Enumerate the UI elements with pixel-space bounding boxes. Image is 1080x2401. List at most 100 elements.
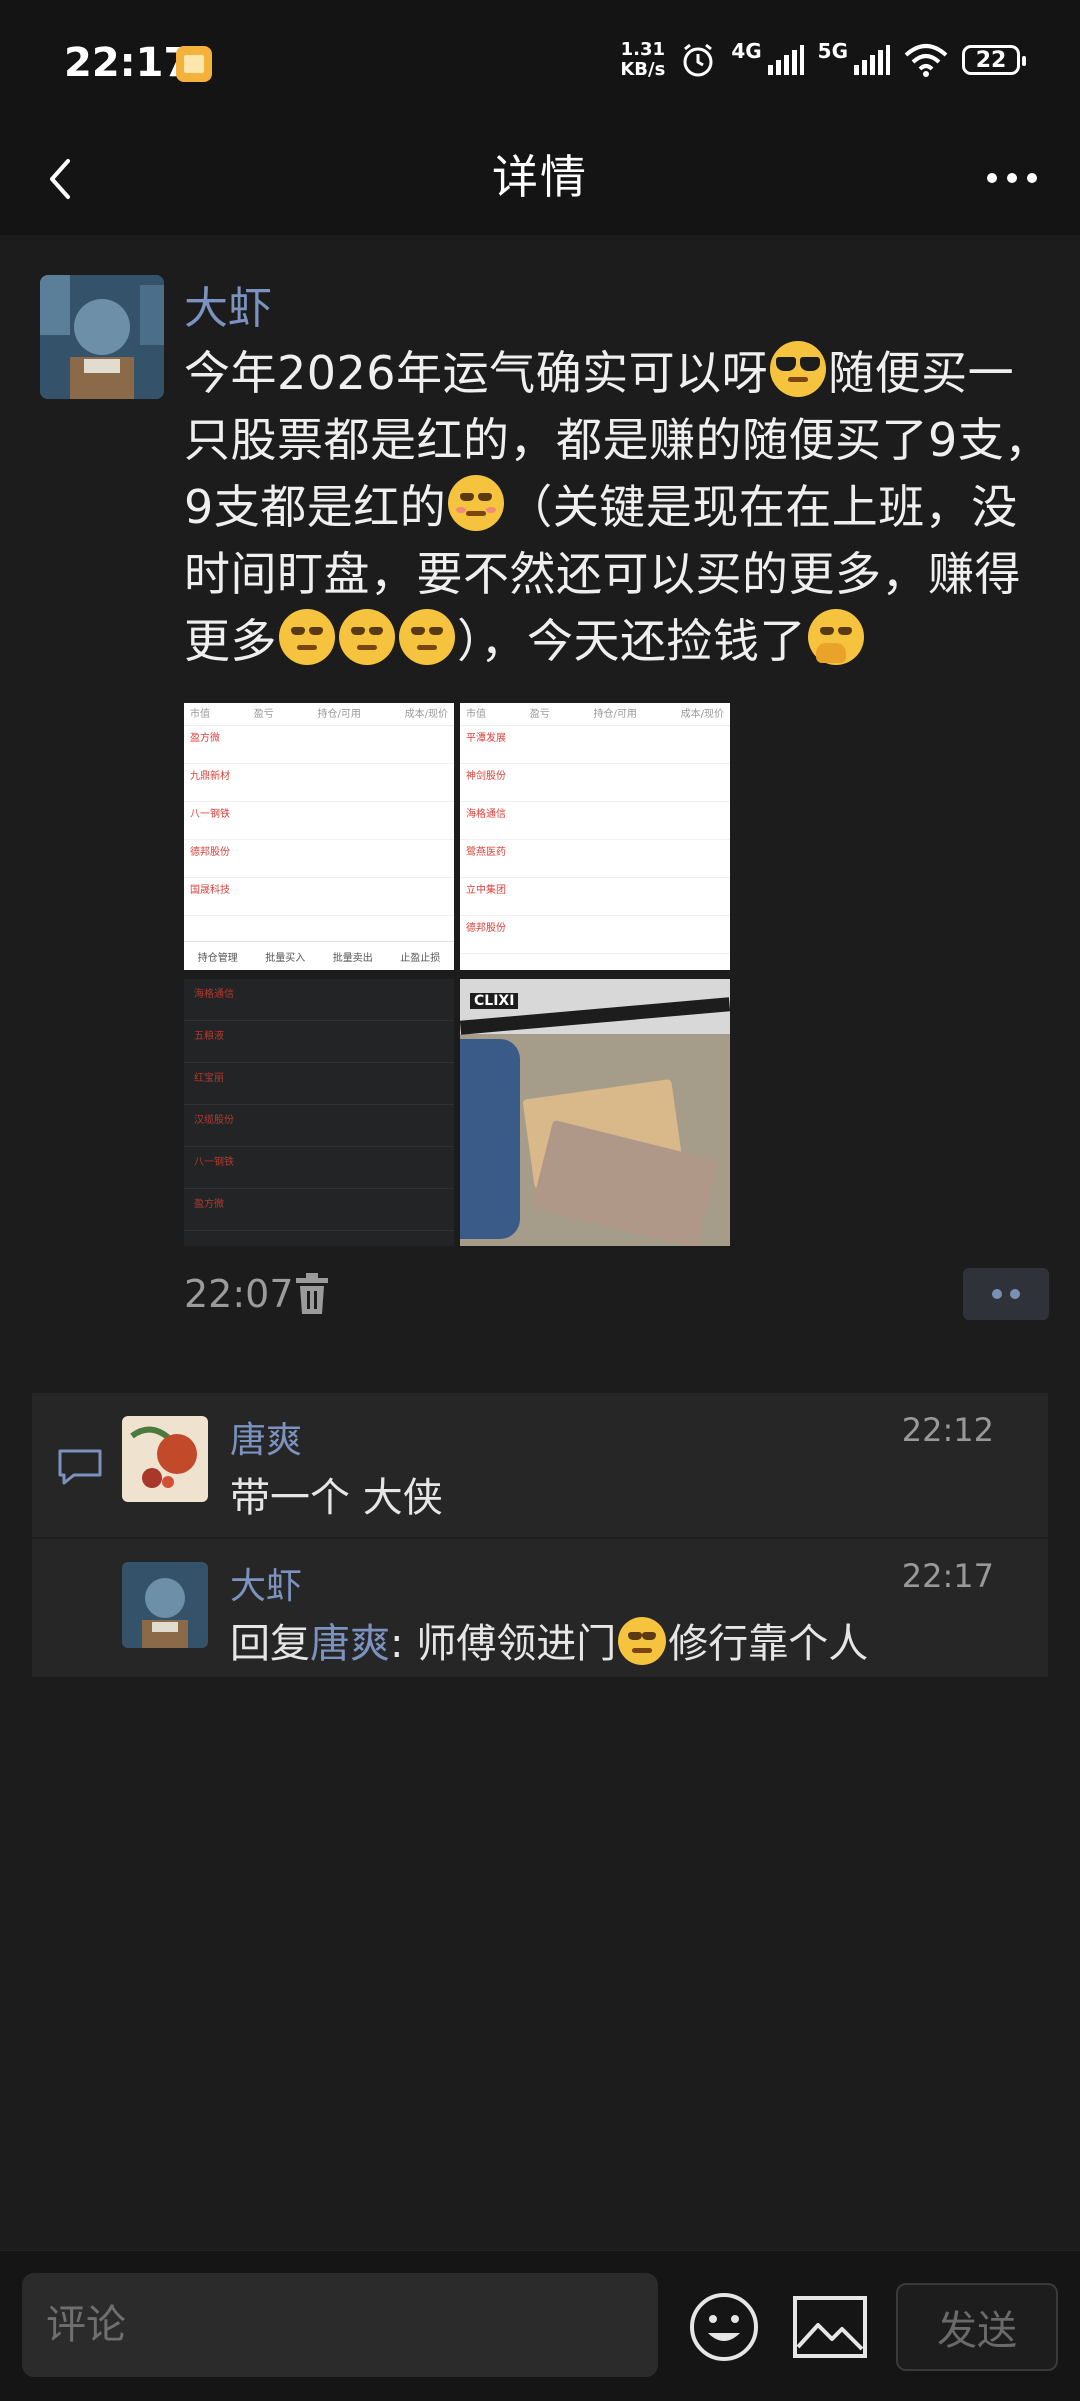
trade-name: 红宝丽 bbox=[194, 1073, 224, 1084]
signal-4g-label: 4G bbox=[731, 39, 762, 63]
more-options-button[interactable] bbox=[972, 143, 1052, 213]
stock-name: 盈方微 bbox=[190, 733, 220, 744]
status-time: 22:17 bbox=[64, 40, 192, 86]
stock-col: 成本/现价 bbox=[404, 709, 448, 720]
stock-name: 平潭发展 bbox=[466, 733, 506, 744]
comment-text: 回复唐爽: 师傅领进门 修行靠个人 bbox=[230, 1611, 868, 1669]
stock-name: 立中集团 bbox=[466, 885, 506, 896]
shy-emoji-icon bbox=[448, 475, 505, 531]
stock-row: 盈方微 bbox=[184, 726, 454, 764]
commenter-name[interactable]: 大虾 bbox=[230, 1557, 302, 1609]
more-dots-icon bbox=[1007, 173, 1017, 183]
post-photo-2[interactable]: 市值 盈亏 持仓/可用 成本/现价 平潭发展 神剑股份 海格通信 鹭燕医药 立中… bbox=[460, 703, 730, 970]
more-dots-icon bbox=[1027, 173, 1037, 183]
stock-row: 德邦股份 bbox=[460, 916, 730, 954]
post-timestamp: 22:07 bbox=[184, 1272, 294, 1316]
stock-footer-item: 批量买入 bbox=[265, 952, 306, 964]
stock-col: 盈亏 bbox=[253, 709, 274, 720]
comment-text-part: : 师傅领进门 bbox=[390, 1621, 617, 1667]
post-photo-grid: 市值 盈亏 持仓/可用 成本/现价 盈方微 九鼎新材 八一钢铁 德邦股份 国晟科… bbox=[184, 703, 730, 1246]
reply-target-name[interactable]: 唐爽 bbox=[310, 1621, 390, 1667]
author-avatar[interactable] bbox=[40, 275, 164, 399]
stock-footer-item: 持仓管理 bbox=[197, 952, 238, 964]
post-text: 今年2026年运气确实可以呀 随便买一只股票都是红的，都是赚的随便买了9支，9支都… bbox=[184, 340, 1054, 675]
post-text-part: 今年2026年运气确实可以呀 bbox=[184, 346, 769, 400]
comment-input[interactable] bbox=[22, 2273, 658, 2377]
trade-row: 五粮液 bbox=[184, 1021, 454, 1063]
action-dots-icon bbox=[992, 1289, 1002, 1299]
trade-name: 盈方微 bbox=[194, 1199, 224, 1210]
trade-row: 海格通信 bbox=[184, 979, 454, 1021]
trade-row: 八一钢铁 bbox=[184, 1147, 454, 1189]
stock-col: 盈亏 bbox=[529, 709, 550, 720]
stock-footer-item: 止盈止损 bbox=[400, 952, 441, 964]
stock-name: 德邦股份 bbox=[190, 847, 230, 858]
comments-section: 唐爽 22:12 带一个 大侠 大虾 22:17 回复唐爽: 师傅领进门 修行靠个… bbox=[32, 1393, 1048, 1677]
stock-footer-item: 批量卖出 bbox=[332, 952, 373, 964]
like-comment-action-button[interactable] bbox=[963, 1268, 1049, 1320]
stock-col: 市值 bbox=[466, 709, 486, 720]
avatar-image bbox=[122, 1416, 208, 1502]
signal-5g-label: 5G bbox=[817, 39, 848, 63]
stock-table-header: 市值 盈亏 持仓/可用 成本/现价 bbox=[460, 703, 730, 726]
comment-timestamp: 22:17 bbox=[901, 1557, 994, 1595]
smirk-emoji-icon bbox=[279, 609, 335, 665]
stock-col: 成本/现价 bbox=[680, 709, 724, 720]
more-dots-icon bbox=[987, 173, 997, 183]
stock-col: 持仓/可用 bbox=[593, 709, 637, 720]
thinking-emoji-icon bbox=[808, 609, 864, 665]
smirk-emoji-icon bbox=[399, 609, 455, 665]
comment-item[interactable]: 唐爽 22:12 带一个 大侠 bbox=[32, 1393, 1048, 1533]
stock-footer: 持仓管理 批量买入 批量卖出 止盈止损 bbox=[184, 941, 454, 970]
post-text-part: ），今天还捡钱了 bbox=[457, 614, 806, 668]
stock-name: 海格通信 bbox=[466, 809, 506, 820]
comment-text: 带一个 大侠 bbox=[230, 1475, 443, 1521]
status-indicators: 1.31 KB/s 4G 5G 22 bbox=[620, 39, 1026, 80]
comment-input-bar: 发送 bbox=[0, 2250, 1080, 2401]
action-dots-icon bbox=[1010, 1289, 1020, 1299]
commenter-name[interactable]: 唐爽 bbox=[230, 1411, 302, 1463]
smirk-emoji-icon bbox=[339, 609, 395, 665]
banknote-image bbox=[531, 1119, 719, 1246]
image-button[interactable] bbox=[792, 2295, 868, 2359]
status-bar: 22:17 1.31 KB/s 4G 5G 22 bbox=[0, 0, 1080, 125]
stock-row: 平潭发展 bbox=[460, 726, 730, 764]
delete-button[interactable] bbox=[292, 1272, 332, 1316]
smiley-icon bbox=[690, 2293, 758, 2361]
send-button[interactable]: 发送 bbox=[896, 2283, 1058, 2371]
commenter-avatar[interactable] bbox=[122, 1562, 208, 1648]
post-photo-1[interactable]: 市值 盈亏 持仓/可用 成本/现价 盈方微 九鼎新材 八一钢铁 德邦股份 国晟科… bbox=[184, 703, 454, 970]
trade-name: 汉缆股份 bbox=[194, 1115, 234, 1126]
signal-bars-icon bbox=[854, 45, 890, 75]
trade-row: 盈方微 bbox=[184, 1189, 454, 1231]
keyboard-image-area: CLIXI bbox=[460, 979, 730, 1034]
avatar-image bbox=[122, 1562, 208, 1648]
post-photo-4[interactable]: CLIXI bbox=[460, 979, 730, 1246]
stock-name: 九鼎新材 bbox=[190, 771, 230, 782]
smirk-emoji-icon bbox=[618, 1617, 667, 1665]
avatar-image bbox=[40, 275, 164, 399]
network-speed: 1.31 KB/s bbox=[620, 40, 665, 80]
phone-image-area bbox=[460, 1039, 520, 1239]
stock-name: 八一钢铁 bbox=[190, 809, 230, 820]
post-author-name[interactable]: 大虾 bbox=[184, 272, 272, 336]
stock-row: 九鼎新材 bbox=[184, 764, 454, 802]
comment-item[interactable]: 大虾 22:17 回复唐爽: 师傅领进门 修行靠个人 bbox=[32, 1537, 1048, 1679]
trade-name: 海格通信 bbox=[194, 989, 234, 1000]
trash-icon bbox=[296, 1273, 328, 1314]
reply-prefix: 回复 bbox=[230, 1621, 310, 1667]
stock-name: 德邦股份 bbox=[466, 923, 506, 934]
stock-name: 鹭燕医药 bbox=[466, 847, 506, 858]
comment-text-part: 修行靠个人 bbox=[668, 1621, 869, 1667]
post-photo-3[interactable]: 海格通信 五粮液 红宝丽 汉缆股份 八一钢铁 盈方微 bbox=[184, 979, 454, 1246]
stock-row: 海格通信 bbox=[460, 802, 730, 840]
trade-name: 八一钢铁 bbox=[194, 1157, 234, 1168]
network-speed-unit: KB/s bbox=[620, 59, 666, 80]
stock-row: 鹭燕医药 bbox=[460, 840, 730, 878]
emoji-button[interactable] bbox=[688, 2291, 760, 2363]
trade-row: 汉缆股份 bbox=[184, 1105, 454, 1147]
alarm-icon bbox=[683, 43, 713, 77]
battery-indicator: 22 bbox=[962, 45, 1026, 75]
stock-row: 八一钢铁 bbox=[184, 802, 454, 840]
commenter-avatar[interactable] bbox=[122, 1416, 208, 1502]
